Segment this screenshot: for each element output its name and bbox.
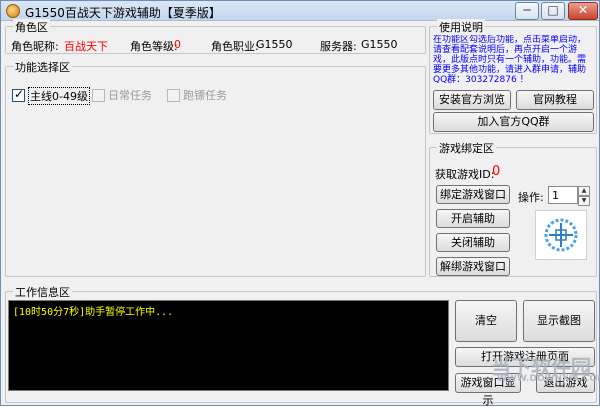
title-bar: G1550百战天下游戏辅助【夏季版】 ─ □ ✕ — [1, 1, 599, 21]
window-title: G1550百战天下游戏辅助【夏季版】 — [25, 6, 221, 20]
help-group: 使用说明 在功能区勾选后功能，点击菜单启动，请查看配套说明后，再点开启一个游戏，… — [429, 19, 597, 134]
snowflake-icon — [544, 218, 578, 252]
function-group: 功能选择区 主线0-49级 日常任务 跑镖任务 — [5, 59, 426, 277]
clear-button[interactable]: 清空 — [455, 300, 517, 342]
main-quest-label[interactable]: 主线0-49级 — [28, 87, 90, 105]
game-id-label: 获取游戏ID: — [435, 168, 495, 181]
game-id-value: 0 — [492, 164, 501, 179]
show-screenshot-button[interactable]: 显示截图 — [523, 300, 595, 342]
daily-task-label: 日常任务 — [108, 89, 152, 102]
role-group: 角色区 角色昵称: 百战天下 角色等级: 0 角色职业: G1550 服务器: … — [5, 19, 426, 54]
escort-task-checkbox — [167, 89, 180, 102]
log-area[interactable]: [10时50分7秒]助手暂停工作中... — [8, 300, 449, 391]
binding-group-title: 游戏绑定区 — [437, 140, 496, 156]
level-label: 角色等级: — [130, 40, 178, 53]
stop-assist-button[interactable]: 关闭辅助 — [436, 233, 510, 252]
main-quest-checkbox[interactable] — [12, 87, 25, 102]
close-button[interactable]: ✕ — [568, 2, 598, 20]
help-group-title: 使用说明 — [437, 19, 485, 35]
app-window: G1550百战天下游戏辅助【夏季版】 ─ □ ✕ 角色区 角色昵称: 百战天下 … — [0, 0, 600, 407]
official-tutorial-button[interactable]: 官网教程 — [516, 90, 594, 110]
server-label: 服务器: — [320, 40, 357, 53]
nick-value: 百战天下 — [64, 40, 108, 53]
log-line: [10时50分7秒]助手暂停工作中... — [13, 307, 174, 318]
watermark-url: WWW.DOWNXIA.COM — [497, 374, 600, 384]
minimize-button[interactable]: ─ — [515, 2, 539, 20]
app-logo-icon — [6, 4, 20, 18]
escort-task-label: 跑镖任务 — [183, 89, 227, 102]
server-value: G1550 — [361, 38, 398, 51]
operation-value: 1 — [552, 189, 559, 202]
start-assist-button[interactable]: 开启辅助 — [436, 209, 510, 228]
job-value: G1550 — [256, 38, 293, 51]
info-group: 工作信息区 [10时50分7秒]助手暂停工作中... 清空 显示截图 打开游戏注… — [5, 284, 597, 407]
maximize-button[interactable]: □ — [541, 2, 565, 20]
operation-label: 操作: — [518, 191, 544, 204]
spin-up-button[interactable]: ▲ — [578, 186, 590, 196]
join-qq-group-button[interactable]: 加入官方QQ群 — [433, 112, 594, 132]
game-logo — [535, 210, 587, 260]
daily-task-checkbox — [92, 89, 105, 102]
install-browser-button[interactable]: 安装官方浏览器 — [433, 90, 511, 124]
unbind-window-button[interactable]: 解绑游戏窗口 — [436, 257, 510, 276]
level-value: 0 — [174, 38, 181, 51]
spin-down-button[interactable]: ▼ — [578, 196, 590, 206]
function-group-title: 功能选择区 — [13, 59, 72, 75]
role-group-title: 角色区 — [13, 19, 50, 35]
help-text: 在功能区勾选后功能，点击菜单启动，请查看配套说明后，再点开启一个游戏，此版点时只… — [433, 35, 587, 85]
operation-spinner[interactable]: 1 — [548, 186, 578, 204]
binding-group: 游戏绑定区 获取游戏ID: 0 绑定游戏窗口 开启辅助 关闭辅助 解绑游戏窗口 … — [429, 140, 597, 277]
info-group-title: 工作信息区 — [13, 284, 72, 300]
bind-window-button[interactable]: 绑定游戏窗口 — [436, 185, 510, 204]
job-label: 角色职业: — [211, 40, 259, 53]
nick-label: 角色昵称: — [11, 40, 59, 53]
